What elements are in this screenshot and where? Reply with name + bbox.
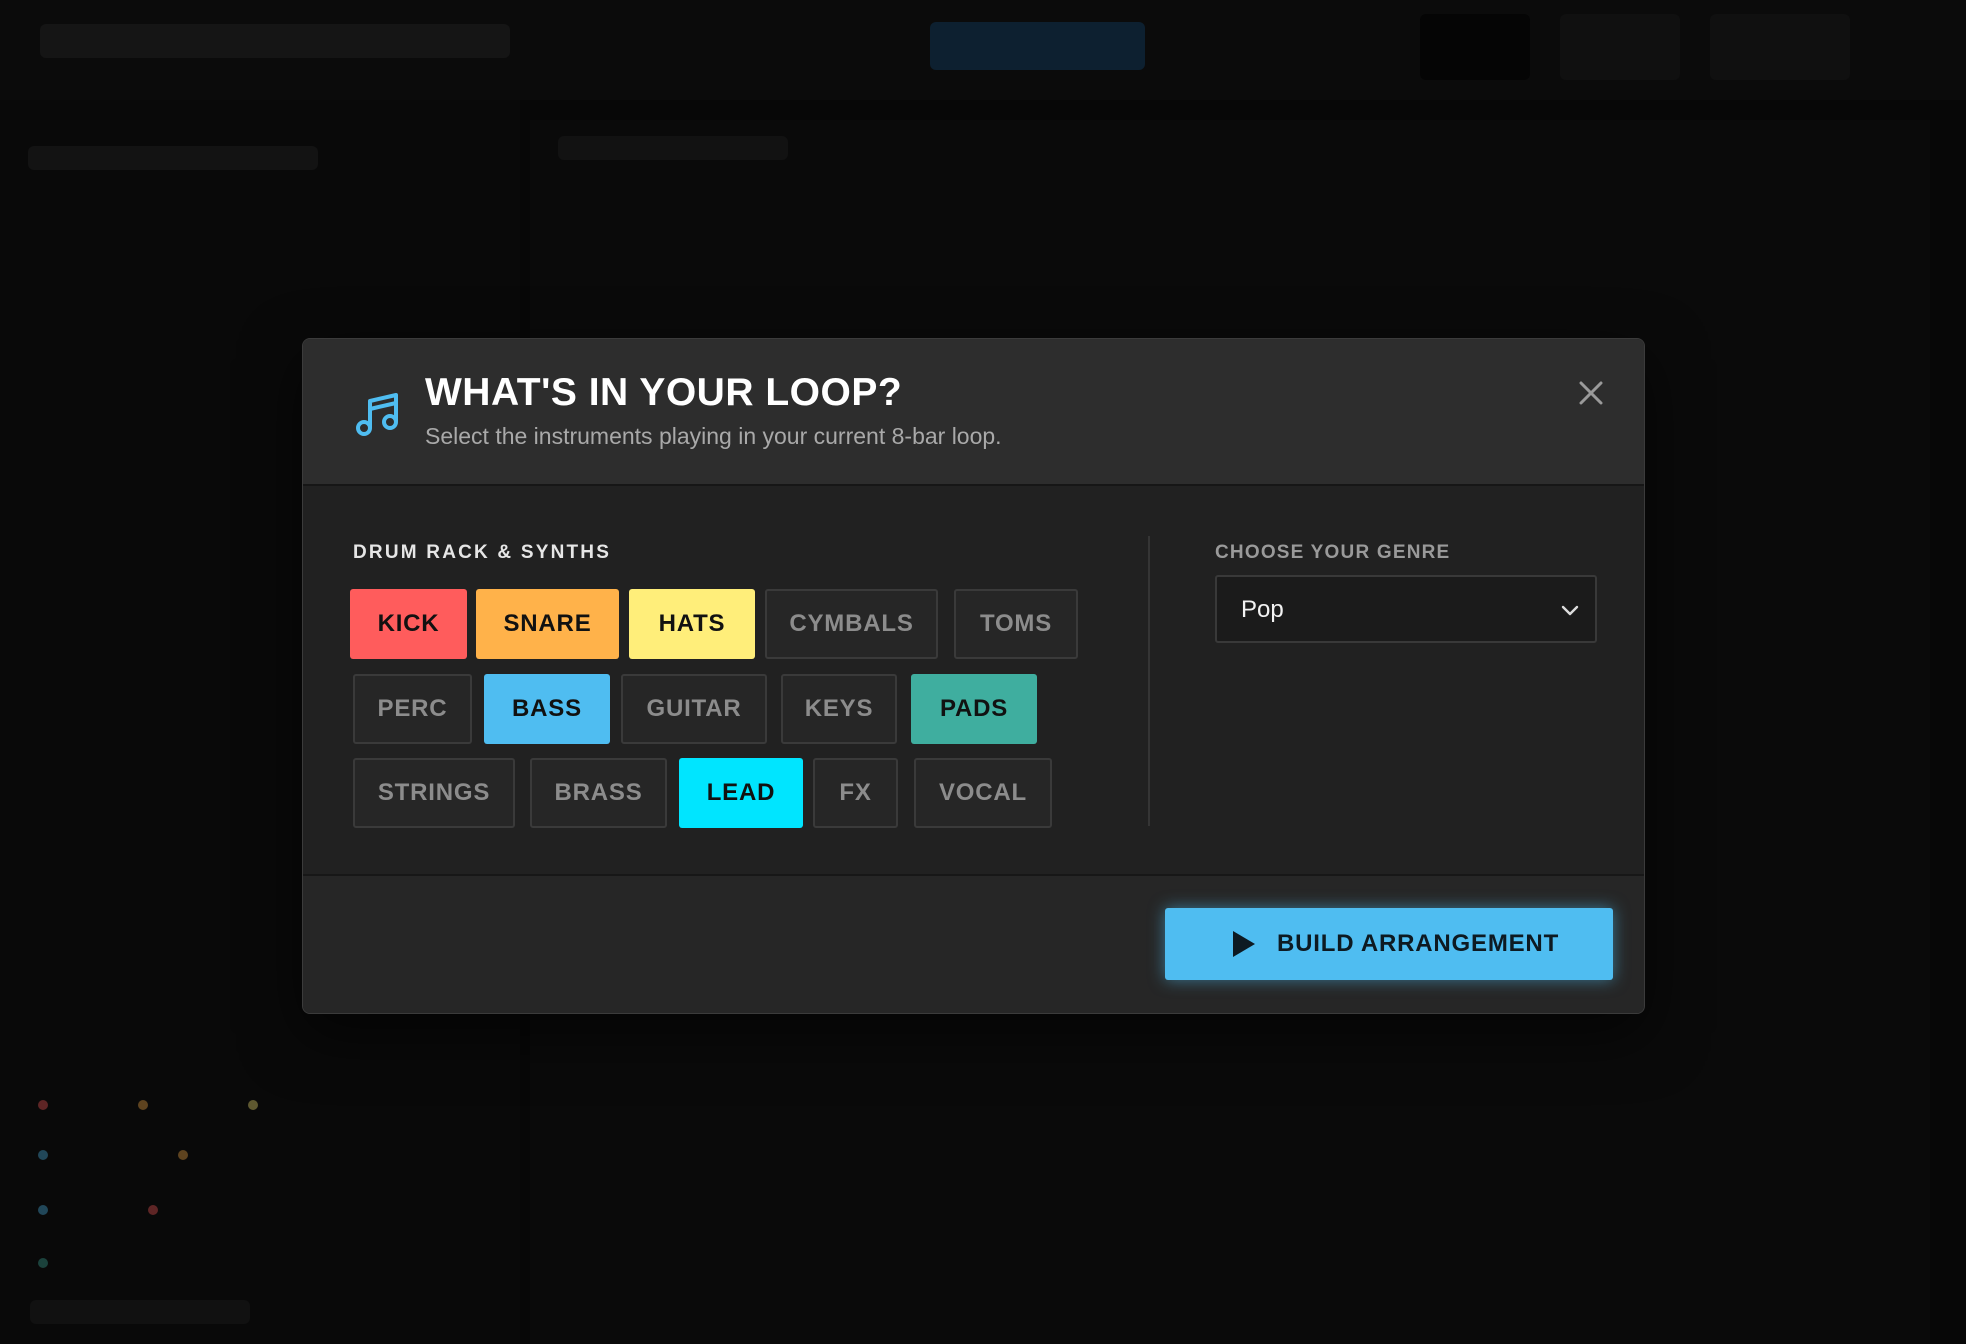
instrument-chip-snare[interactable]: SNARE [476, 589, 619, 659]
blurred-track-dot [178, 1150, 188, 1160]
chip-label: SNARE [503, 610, 592, 637]
chip-label: GUITAR [646, 695, 742, 722]
blurred-track-dot [38, 1150, 48, 1160]
instrument-chip-keys[interactable]: KEYS [781, 674, 897, 744]
chip-label: CYMBALS [789, 610, 914, 637]
music-note-icon [356, 393, 398, 436]
genre-label: CHOOSE YOUR GENRE [1215, 542, 1451, 563]
chip-label: VOCAL [939, 779, 1027, 806]
chip-label: KEYS [804, 695, 874, 722]
instrument-chip-brass[interactable]: BRASS [530, 758, 667, 828]
blurred-header-block [40, 24, 510, 58]
chip-label: KICK [377, 610, 440, 637]
blurred-header-block [1420, 14, 1530, 80]
instrument-chip-fx[interactable]: FX [813, 758, 898, 828]
blurred-header-block [930, 22, 1145, 70]
blurred-track-dot [38, 1100, 48, 1110]
chip-label: TOMS [979, 610, 1053, 637]
chip-label: FX [839, 779, 872, 806]
blurred-header-block [1710, 14, 1850, 80]
chip-label: PADS [939, 695, 1009, 722]
blurred-header-block [1560, 14, 1680, 80]
blurred-main-block [558, 136, 788, 160]
instrument-chip-bass[interactable]: BASS [484, 674, 610, 744]
instrument-chip-hats[interactable]: HATS [629, 589, 755, 659]
chip-label: HATS [658, 610, 726, 637]
loop-instruments-modal: WHAT'S IN YOUR LOOP? Select the instrume… [302, 338, 1645, 1014]
blurred-track-dot [248, 1100, 258, 1110]
chip-label: PERC [377, 695, 448, 722]
modal-title: WHAT'S IN YOUR LOOP? [425, 371, 903, 414]
chip-label: BASS [512, 695, 582, 722]
chip-label: STRINGS [377, 779, 491, 806]
instrument-chip-kick[interactable]: KICK [350, 589, 467, 659]
modal-header: WHAT'S IN YOUR LOOP? Select the instrume… [303, 339, 1644, 486]
build-arrangement-label: BUILD ARRANGEMENT [1277, 930, 1560, 957]
genre-select-value: Pop [1241, 596, 1284, 623]
blurred-sidebar-block [28, 146, 318, 170]
modal-subtitle: Select the instruments playing in your c… [425, 423, 1002, 449]
instrument-chip-strings[interactable]: STRINGS [353, 758, 515, 828]
play-icon [1233, 931, 1255, 957]
chip-label: BRASS [554, 779, 643, 806]
instrument-chip-pads[interactable]: PADS [911, 674, 1037, 744]
instrument-chip-toms[interactable]: TOMS [954, 589, 1078, 659]
instrument-chip-cymbals[interactable]: CYMBALS [765, 589, 938, 659]
blurred-track-dot [138, 1100, 148, 1110]
close-icon[interactable] [1573, 375, 1609, 411]
blurred-track-dot [148, 1205, 158, 1215]
section-divider [1148, 536, 1150, 826]
instrument-chip-guitar[interactable]: GUITAR [621, 674, 767, 744]
instrument-chip-vocal[interactable]: VOCAL [914, 758, 1052, 828]
instrument-chip-lead[interactable]: LEAD [679, 758, 803, 828]
modal-footer: BUILD ARRANGEMENT [303, 874, 1644, 1013]
blurred-track-dot [38, 1258, 48, 1268]
app-topbar [0, 0, 1966, 100]
genre-select[interactable]: Pop [1215, 575, 1597, 643]
chip-label: LEAD [706, 779, 776, 806]
build-arrangement-button[interactable]: BUILD ARRANGEMENT [1165, 908, 1613, 980]
chevron-down-icon [1561, 605, 1579, 616]
instrument-chip-perc[interactable]: PERC [353, 674, 472, 744]
blurred-sidebar-block [30, 1300, 250, 1324]
drum-section-label: DRUM RACK & SYNTHS [353, 542, 612, 563]
blurred-track-dot [38, 1205, 48, 1215]
